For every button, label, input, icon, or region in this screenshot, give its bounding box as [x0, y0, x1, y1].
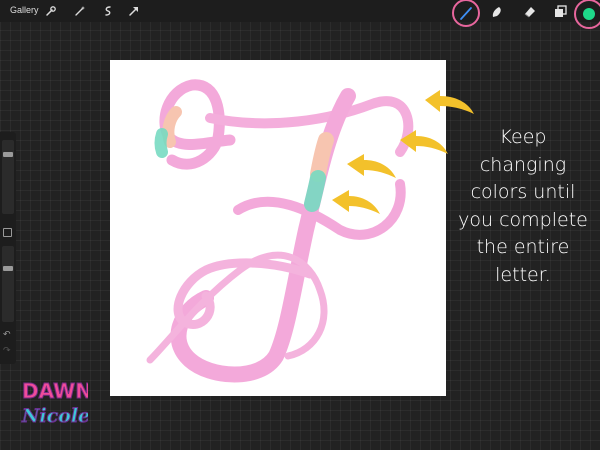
modify-square-button[interactable] — [3, 228, 12, 237]
magic-wand-icon[interactable] — [73, 4, 87, 18]
gallery-button[interactable]: Gallery — [10, 5, 39, 15]
caption-line: changing — [479, 153, 567, 176]
svg-text:DAWN: DAWN — [22, 379, 88, 403]
wrench-icon[interactable] — [44, 4, 58, 18]
dawn-nicole-logo: DAWN Nicole — [21, 379, 89, 428]
color-picker-icon[interactable] — [583, 8, 595, 20]
caption-line: colors until — [470, 181, 576, 203]
left-sidebar: ↶ ↷ — [0, 132, 16, 364]
brush-icon[interactable] — [458, 5, 474, 21]
svg-text:Nicole: Nicole — [21, 405, 88, 427]
layers-icon[interactable] — [552, 4, 568, 20]
eraser-icon[interactable] — [522, 4, 538, 20]
top-toolbar — [0, 0, 600, 22]
drawing-canvas[interactable] — [110, 60, 446, 396]
opacity-slider[interactable] — [2, 246, 14, 322]
selection-icon[interactable] — [101, 4, 115, 18]
caption-line: you complete — [458, 208, 588, 231]
caption-line: Keep — [499, 126, 547, 148]
brush-size-slider[interactable] — [2, 140, 14, 214]
move-arrow-icon[interactable] — [127, 4, 141, 18]
brush-size-thumb[interactable] — [3, 152, 13, 157]
opacity-thumb[interactable] — [3, 266, 13, 271]
redo-button[interactable]: ↷ — [3, 346, 11, 355]
instruction-caption: Keep changing colors until you complete … — [448, 124, 598, 289]
caption-line: letter. — [495, 263, 551, 286]
caption-line: the entire — [476, 236, 570, 258]
smudge-icon[interactable] — [489, 4, 505, 20]
undo-button[interactable]: ↶ — [3, 330, 11, 339]
letter-f-artwork — [146, 79, 414, 383]
